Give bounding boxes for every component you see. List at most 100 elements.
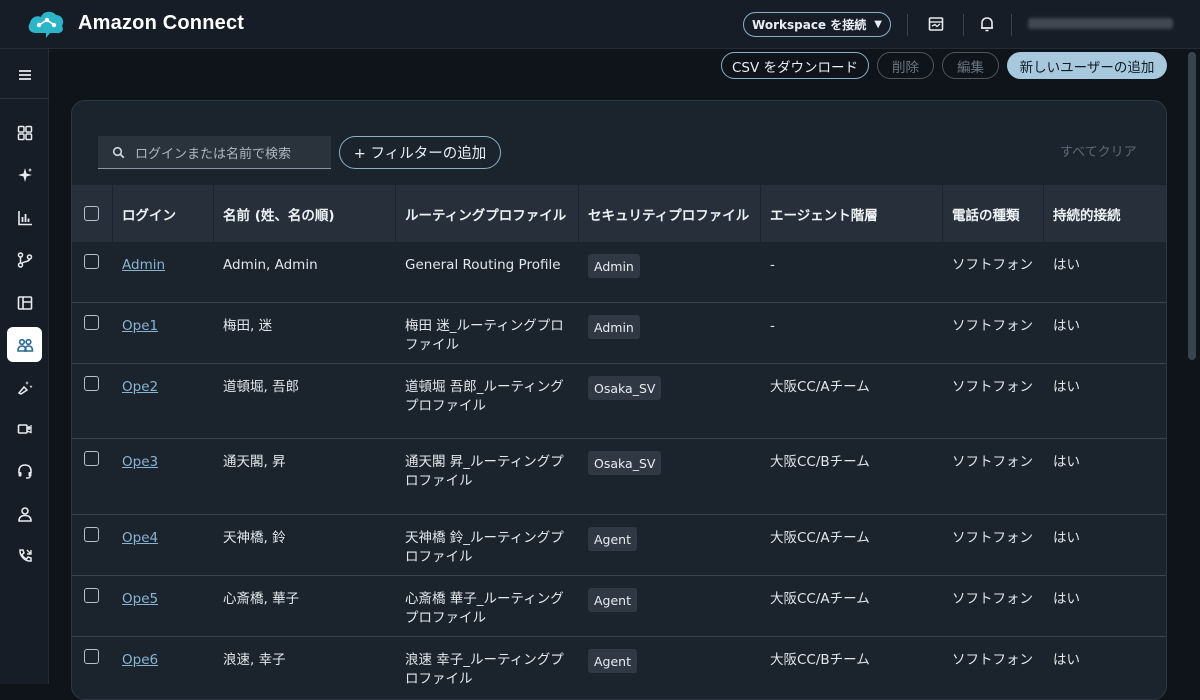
user-login-link[interactable]: Ope1 — [122, 317, 158, 336]
agent-hierarchy: - — [770, 318, 775, 334]
sidebar-item-ai[interactable] — [7, 157, 42, 192]
sidebar-item-channels[interactable] — [7, 285, 42, 320]
user-name: 通天閣, 昇 — [223, 454, 286, 470]
dashboard-icon — [17, 125, 32, 140]
profile-icon — [17, 506, 32, 522]
calendar-icon[interactable] — [927, 15, 945, 33]
sidebar-item-contact-control[interactable] — [7, 453, 42, 488]
routing-profile-line: ロファイル — [405, 671, 473, 687]
routing-profile: 天神橋 鈴_ルーティングプ ロファイル — [405, 529, 564, 567]
table-row[interactable]: Admin Admin, Admin General Routing Profile… — [72, 242, 1166, 302]
clear-all-link[interactable]: すべてクリア — [1060, 141, 1137, 160]
phone-type: ソフトフォン — [952, 591, 1033, 607]
sidebar-item-analytics[interactable] — [7, 200, 42, 235]
add-user-button[interactable]: 新しいユーザーの追加 — [1007, 52, 1167, 79]
persistent-connection: はい — [1053, 591, 1080, 607]
column-header-agent-hierarchy[interactable]: エージェント階層 — [770, 185, 878, 242]
security-profile-badge: Agent — [588, 649, 637, 673]
user-name: 道頓堀, 吾郎 — [223, 379, 300, 395]
channels-icon — [17, 295, 32, 310]
connect-workspace-button[interactable]: Workspace を接続 ▼ — [743, 12, 891, 37]
column-header-name[interactable]: 名前 (姓、名の順) — [223, 185, 335, 242]
divider — [907, 14, 908, 36]
sidebar-item-users[interactable] — [7, 327, 42, 362]
column-divider — [942, 185, 943, 242]
table-row[interactable]: Ope2 道頓堀, 吾郎 道頓堀 吾郎_ルーティング プロファイル Osaka_SV 大阪… — [72, 363, 1166, 438]
agent-hierarchy: 大阪CC/Aチーム — [770, 379, 870, 395]
user-account-menu[interactable] — [1028, 18, 1173, 29]
user-login-link[interactable]: Ope4 — [122, 529, 158, 548]
sidebar — [0, 49, 49, 684]
divider — [963, 14, 964, 36]
column-header-security-profile[interactable]: セキュリティプロファイル — [588, 185, 749, 242]
phone-type: ソフトフォン — [952, 257, 1033, 273]
phone-type: ソフトフォン — [952, 652, 1033, 668]
row-checkbox[interactable] — [84, 527, 99, 542]
user-login-link[interactable]: Ope5 — [122, 590, 158, 609]
row-checkbox[interactable] — [84, 451, 99, 466]
delete-button[interactable]: 削除 — [877, 52, 934, 79]
phone-type: ソフトフォン — [952, 379, 1033, 395]
user-login-link[interactable]: Ope6 — [122, 651, 158, 670]
routing-profile-line: 心斎橋 華子_ルーティング — [405, 591, 564, 607]
persistent-connection: はい — [1053, 318, 1080, 334]
user-login-link[interactable]: Ope3 — [122, 453, 158, 472]
divider — [1011, 14, 1012, 36]
row-checkbox[interactable] — [84, 649, 99, 664]
sidebar-item-profile[interactable] — [7, 496, 42, 531]
column-divider — [578, 185, 579, 242]
sidebar-item-routing[interactable] — [7, 242, 42, 277]
routing-profile-line: ファイル — [405, 337, 459, 353]
security-profile-badge: Admin — [588, 315, 640, 339]
table-row[interactable]: Ope4 天神橋, 鈴 天神橋 鈴_ルーティングプ ロファイル Agent 大阪CC/Aチ… — [72, 514, 1166, 575]
edit-button[interactable]: 編集 — [942, 52, 999, 79]
download-csv-button[interactable]: CSV をダウンロード — [721, 52, 869, 79]
row-checkbox[interactable] — [84, 254, 99, 269]
routing-profile: General Routing Profile — [405, 256, 561, 275]
column-header-phone-type[interactable]: 電話の種類 — [952, 185, 1020, 242]
agent-hierarchy: 大阪CC/Aチーム — [770, 530, 870, 546]
add-filter-button[interactable]: + フィルターの追加 — [339, 136, 501, 169]
analytics-icon — [17, 210, 32, 225]
row-checkbox[interactable] — [84, 315, 99, 330]
table-row[interactable]: Ope5 心斎橋, 華子 心斎橋 華子_ルーティング プロファイル Agent 大阪CC/… — [72, 575, 1166, 636]
user-name: 心斎橋, 華子 — [223, 591, 300, 607]
user-name: 浪速, 幸子 — [223, 652, 286, 668]
persistent-connection: はい — [1053, 652, 1080, 668]
column-header-persistent-connection[interactable]: 持続的接続 — [1053, 185, 1121, 242]
routing-profile: 道頓堀 吾郎_ルーティング プロファイル — [405, 378, 564, 416]
caret-down-icon: ▼ — [874, 19, 882, 30]
column-divider — [112, 185, 113, 242]
select-all-checkbox[interactable] — [84, 206, 99, 221]
sidebar-item-agent-apps[interactable] — [7, 369, 42, 404]
table-row[interactable]: Ope6 浪速, 幸子 浪速 幸子_ルーティングプ ロファイル Agent 大阪CC/Bチ… — [72, 636, 1166, 699]
sidebar-item-dashboard[interactable] — [7, 115, 42, 150]
search-input[interactable]: ログインまたは名前で検索 — [98, 136, 331, 169]
amazon-connect-logo[interactable] — [26, 7, 66, 41]
search-placeholder: ログインまたは名前で検索 — [135, 146, 292, 162]
column-header-login[interactable]: ログイン — [122, 185, 176, 242]
sidebar-item-phone-numbers[interactable] — [7, 538, 42, 573]
user-login-link[interactable]: Ope2 — [122, 378, 158, 397]
security-profile-badge: Agent — [588, 588, 637, 612]
routing-profile-line: General Routing Profile — [405, 257, 561, 273]
column-divider — [760, 185, 761, 242]
routing-profile: 心斎橋 華子_ルーティング プロファイル — [405, 590, 564, 628]
column-header-routing-profile[interactable]: ルーティングプロファイル — [405, 185, 566, 242]
menu-toggle-button[interactable] — [7, 57, 42, 92]
users-table-panel: ログインまたは名前で検索 + フィルターの追加 すべてクリア ログイン 名前 (… — [71, 100, 1167, 700]
notification-bell-icon[interactable] — [978, 15, 996, 33]
menu-icon — [18, 69, 31, 80]
row-checkbox[interactable] — [84, 376, 99, 391]
connect-workspace-label: Workspace を接続 — [752, 18, 867, 32]
security-profile-badge: Osaka_SV — [588, 376, 662, 400]
sidebar-item-integrations[interactable] — [7, 411, 42, 446]
column-divider — [395, 185, 396, 242]
routing-profile-line: ロファイル — [405, 473, 473, 489]
user-login-link[interactable]: Admin — [122, 256, 165, 275]
row-checkbox[interactable] — [84, 588, 99, 603]
table-row[interactable]: Ope1 梅田, 迷 梅田 迷_ルーティングプロ ファイル Admin - ソフトフォン はい — [72, 302, 1166, 363]
routing-profile-line: 天神橋 鈴_ルーティングプ — [405, 530, 564, 546]
page-scrollbar[interactable] — [1188, 52, 1196, 360]
table-row[interactable]: Ope3 通天閣, 昇 通天閣 昇_ルーティングプ ロファイル Osaka_SV 大阪CC… — [72, 438, 1166, 514]
